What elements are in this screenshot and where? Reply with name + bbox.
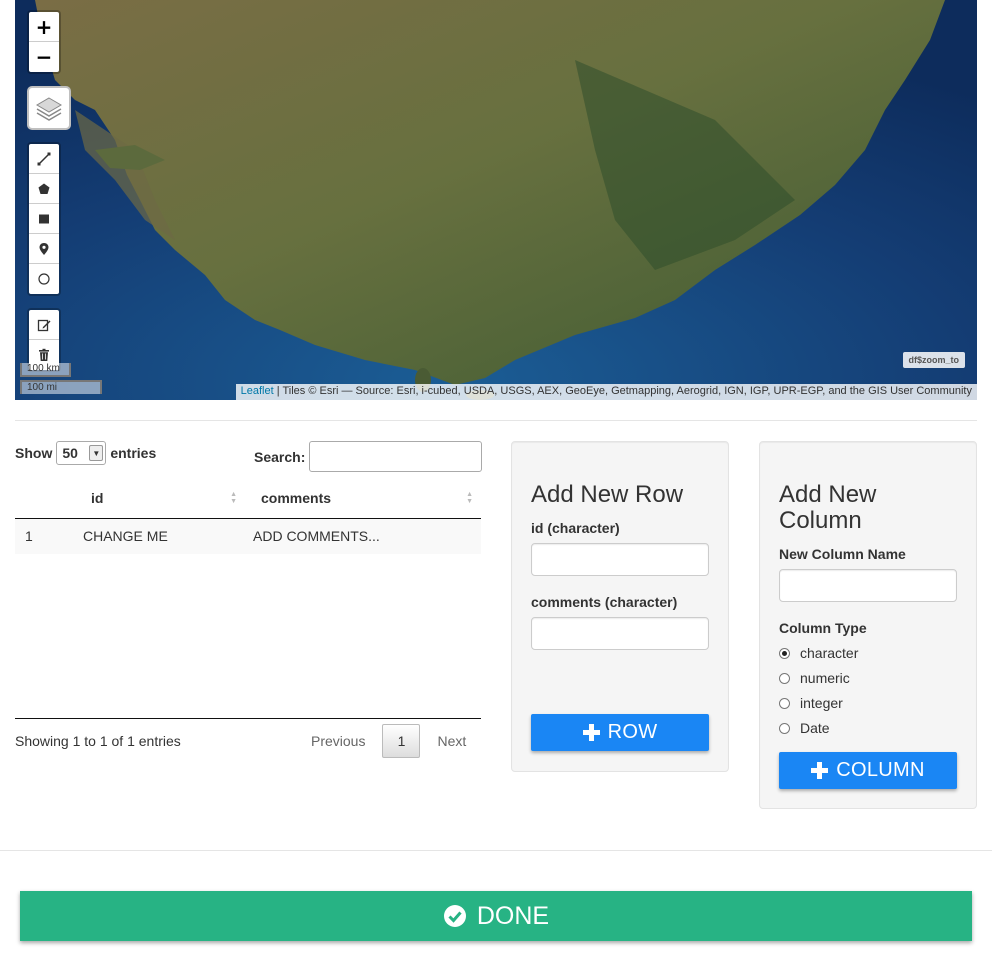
column-header-rownum[interactable] bbox=[15, 478, 83, 519]
data-table: id ▲ ▼ comments ▲ ▼ 1 CHANGE ME ADD COMMEN… bbox=[15, 478, 481, 554]
column-type-label: Column Type bbox=[779, 620, 867, 636]
marker-icon bbox=[39, 242, 49, 255]
cell-rownum: 1 bbox=[15, 518, 83, 554]
add-column-title-line1: Add New bbox=[779, 481, 877, 508]
next-button[interactable]: Next bbox=[426, 724, 477, 758]
search-input[interactable] bbox=[309, 441, 483, 472]
sort-icon: ▲ ▼ bbox=[230, 491, 237, 505]
trash-icon bbox=[39, 348, 49, 361]
previous-button[interactable]: Previous bbox=[300, 724, 376, 758]
rectangle-icon bbox=[39, 214, 49, 223]
leaflet-link[interactable]: Leaflet bbox=[241, 385, 274, 397]
edit-layers-button[interactable] bbox=[29, 310, 59, 340]
map[interactable]: + − 100 km 100 mi df$zoom_to Leaflet | T… bbox=[15, 0, 977, 400]
layers-icon bbox=[36, 97, 62, 121]
scale-km: 100 km bbox=[20, 363, 71, 377]
column-header-id-label: id bbox=[91, 489, 104, 506]
add-column-title: Add New Column bbox=[779, 482, 876, 534]
column-header-comments[interactable]: comments ▲ ▼ bbox=[245, 478, 481, 519]
check-circle-icon bbox=[443, 905, 466, 927]
radio-label-date: Date bbox=[800, 720, 830, 736]
polyline-icon bbox=[37, 152, 51, 165]
divider bbox=[15, 420, 977, 421]
entries-length-control: Show 50 ▼ entries bbox=[15, 441, 156, 465]
draw-rectangle-button[interactable] bbox=[29, 204, 59, 234]
search-label: Search: bbox=[254, 448, 306, 465]
draw-circle-button[interactable] bbox=[29, 264, 59, 294]
radio-label-integer: integer bbox=[800, 695, 843, 711]
entries-label: entries bbox=[110, 445, 157, 461]
layers-button[interactable] bbox=[27, 86, 71, 130]
show-label: Show bbox=[15, 445, 53, 461]
pagination: Previous 1 Next bbox=[300, 724, 477, 758]
radio-dot[interactable] bbox=[779, 722, 790, 734]
draw-toolbar bbox=[27, 142, 61, 296]
radio-numeric[interactable]: numeric bbox=[779, 670, 850, 686]
table-row[interactable]: 1 CHANGE ME ADD COMMENTS... bbox=[15, 518, 481, 554]
add-row-panel: Add New Row id (character) comments (cha… bbox=[511, 441, 729, 772]
table-info: Showing 1 to 1 of 1 entries bbox=[15, 733, 181, 749]
new-column-name-label: New Column Name bbox=[779, 546, 906, 562]
cell-id[interactable]: CHANGE ME bbox=[83, 518, 245, 554]
done-button[interactable]: DONE bbox=[20, 891, 972, 941]
column-header-id[interactable]: id ▲ ▼ bbox=[83, 478, 245, 519]
comments-field[interactable] bbox=[531, 617, 709, 650]
table-header-row: id ▲ ▼ comments ▲ ▼ bbox=[15, 478, 481, 519]
chevron-down-icon: ▼ bbox=[89, 445, 104, 461]
zoom-control: + − bbox=[27, 10, 61, 74]
cell-comments[interactable]: ADD COMMENTS... bbox=[245, 518, 481, 554]
add-row-button-label: ROW bbox=[607, 721, 658, 743]
table-search: Search: bbox=[254, 441, 483, 472]
add-row-button[interactable]: ROW bbox=[531, 714, 709, 751]
radio-label-character: character bbox=[800, 645, 859, 661]
zoom-in-button[interactable]: + bbox=[29, 12, 59, 42]
edit-icon bbox=[37, 319, 51, 331]
divider bbox=[0, 850, 992, 851]
add-column-button[interactable]: COLUMN bbox=[779, 752, 957, 789]
circle-icon bbox=[38, 273, 50, 285]
attribution-text: | Tiles © Esri — Source: Esri, i-cubed, … bbox=[273, 385, 972, 397]
done-button-label: DONE bbox=[476, 901, 550, 930]
satellite-map-imagery bbox=[15, 0, 977, 400]
radio-character[interactable]: character bbox=[779, 645, 858, 661]
plus-icon bbox=[811, 762, 829, 779]
map-attribution: Leaflet | Tiles © Esri — Source: Esri, i… bbox=[235, 384, 977, 400]
draw-polygon-button[interactable] bbox=[29, 174, 59, 204]
zoom-out-button[interactable]: − bbox=[29, 42, 59, 72]
radio-dot[interactable] bbox=[779, 672, 790, 684]
draw-polyline-button[interactable] bbox=[29, 144, 59, 174]
add-column-button-label: COLUMN bbox=[836, 759, 925, 781]
polygon-icon bbox=[38, 183, 50, 194]
page-button-1[interactable]: 1 bbox=[382, 724, 421, 758]
id-field[interactable] bbox=[531, 543, 709, 576]
radio-integer[interactable]: integer bbox=[779, 695, 843, 711]
entries-length-value: 50 bbox=[62, 445, 78, 461]
scale-mi: 100 mi bbox=[20, 380, 102, 394]
add-row-title: Add New Row bbox=[531, 481, 684, 508]
radio-label-numeric: numeric bbox=[800, 670, 850, 686]
add-column-title-line2: Column bbox=[779, 507, 862, 534]
radio-dot-checked[interactable] bbox=[779, 647, 790, 659]
comments-field-label: comments (character) bbox=[531, 594, 678, 610]
entries-length-select[interactable]: 50 ▼ bbox=[56, 441, 107, 465]
sort-icon: ▲ ▼ bbox=[466, 491, 473, 505]
table-bottom-border bbox=[15, 718, 481, 719]
draw-marker-button[interactable] bbox=[29, 234, 59, 264]
scale-bar: 100 km 100 mi bbox=[20, 363, 102, 394]
plus-icon bbox=[582, 724, 600, 741]
radio-dot[interactable] bbox=[779, 697, 790, 709]
id-field-label: id (character) bbox=[531, 520, 620, 536]
column-header-comments-label: comments bbox=[261, 489, 332, 506]
zoom-to-label[interactable]: df$zoom_to bbox=[902, 352, 965, 368]
radio-date[interactable]: Date bbox=[779, 720, 830, 736]
add-column-panel: Add New Column New Column Name Column Ty… bbox=[759, 441, 977, 809]
new-column-name-field[interactable] bbox=[779, 569, 957, 602]
